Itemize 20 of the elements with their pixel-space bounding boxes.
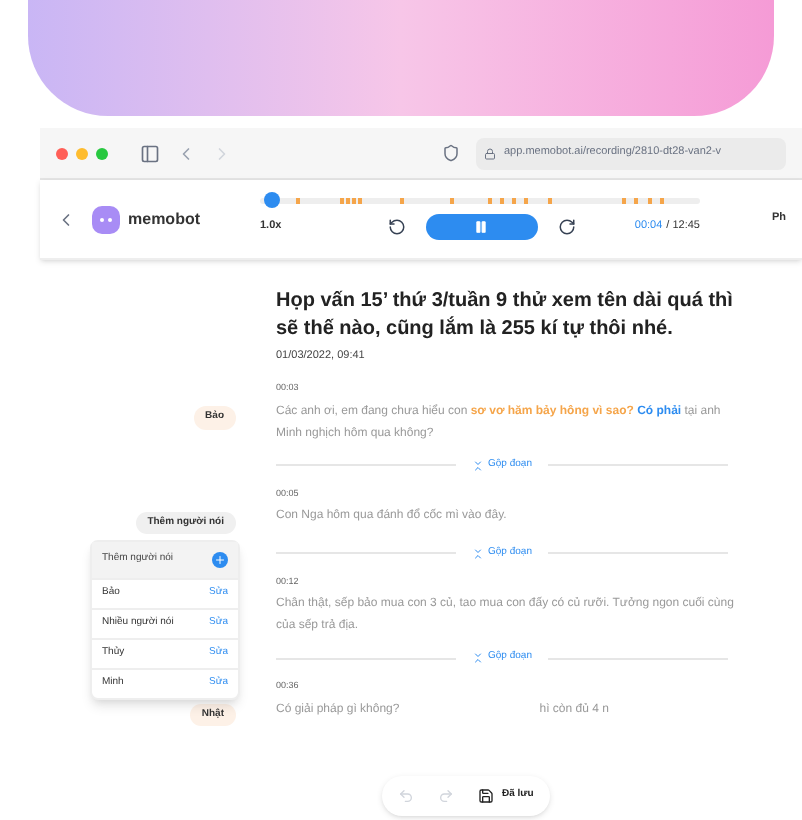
playhead[interactable] — [264, 192, 281, 208]
meeting-title: Họp vấn 15’ thứ 3/tuần 9 thử xem tên dài quá thì sẽ thế nào, cũng lắm là 255 kí tự thôi nhé. — [276, 288, 735, 344]
logo-text: memobot — [128, 207, 200, 231]
pause-icon — [474, 220, 489, 234]
merge-icon — [472, 547, 485, 560]
rewind-icon[interactable] — [387, 218, 406, 236]
sidebar-icon[interactable] — [140, 143, 160, 163]
forward-skip-icon[interactable] — [557, 218, 576, 236]
add-speaker-button[interactable] — [212, 551, 228, 567]
maximize-window-icon[interactable] — [96, 147, 108, 159]
play-pause-button[interactable] — [425, 214, 538, 240]
plus-icon — [214, 553, 226, 565]
merge-icon — [472, 652, 485, 664]
minimize-window-icon[interactable] — [76, 147, 88, 159]
close-window-icon[interactable] — [56, 147, 68, 159]
logo-icon — [92, 205, 120, 233]
lock-icon — [484, 147, 496, 159]
merge-icon — [472, 459, 485, 472]
shield-icon[interactable] — [442, 144, 460, 162]
save-icon — [478, 788, 494, 804]
